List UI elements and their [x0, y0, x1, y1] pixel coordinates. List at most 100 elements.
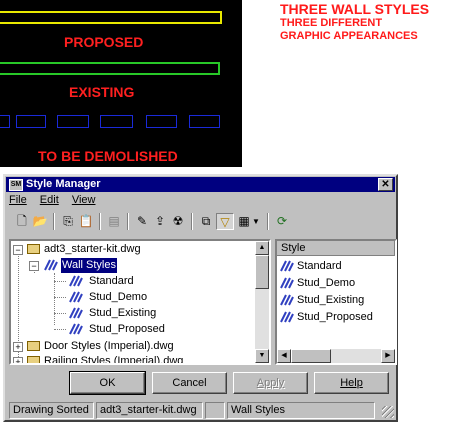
help-button-label: Help — [340, 377, 363, 389]
proposed-wall-graphic — [0, 11, 222, 24]
tree-item-style[interactable]: Stud_Demo — [11, 290, 251, 305]
column-header-style[interactable]: Style — [277, 241, 395, 256]
ok-button[interactable]: OK — [69, 371, 146, 395]
list-item[interactable]: Stud_Existing — [280, 293, 392, 308]
window-title: Style Manager — [26, 178, 101, 190]
list-item[interactable]: Stud_Proposed — [280, 310, 392, 325]
resize-grip-icon[interactable] — [382, 406, 394, 418]
folder-icon — [27, 341, 40, 351]
filter-icon[interactable]: ▽ — [216, 213, 234, 230]
status-empty — [205, 402, 225, 419]
collapse-icon[interactable]: − — [13, 245, 23, 255]
tree-item-label: Wall Styles — [61, 258, 117, 273]
app-icon: SM — [9, 179, 23, 191]
demolished-label: TO BE DEMOLISHED — [38, 148, 178, 164]
style-manager-window: SM Style Manager ✕ File Edit View 🗋 📂 ⎘ … — [3, 174, 398, 422]
demolished-wall-dash — [146, 115, 177, 128]
wall-style-icon — [280, 260, 294, 272]
menu-edit[interactable]: Edit — [40, 194, 59, 206]
list-item[interactable]: Standard — [280, 259, 392, 274]
apply-button[interactable]: Apply — [233, 372, 308, 394]
tree-item-wall-styles[interactable]: − Wall Styles — [11, 258, 251, 273]
apply-button-label: Apply — [256, 377, 285, 389]
help-button[interactable]: Help — [314, 372, 389, 394]
existing-label: EXISTING — [69, 84, 135, 100]
toolbar-separator — [53, 213, 55, 230]
edit-style-icon[interactable]: ✎ — [133, 213, 151, 230]
tree-item-label: Railing Styles (Imperial).dwg — [44, 355, 184, 365]
list-horizontal-scrollbar[interactable]: ◀ ▶ — [277, 349, 395, 363]
menu-edit-label: Edit — [39, 194, 59, 206]
scroll-thumb[interactable] — [291, 349, 331, 363]
purge-icon[interactable]: ☢ — [169, 213, 187, 230]
paste-icon[interactable]: 📋 — [77, 213, 95, 230]
tree-item-label: Standard — [89, 275, 134, 287]
toolbar-separator — [191, 213, 193, 230]
menu-bar: File Edit View — [9, 194, 105, 206]
chevron-down-icon[interactable]: ▼ — [251, 213, 261, 230]
open-icon[interactable]: 📂 — [31, 213, 49, 230]
existing-wall-graphic — [0, 62, 220, 75]
status-category: Wall Styles — [227, 402, 375, 419]
demolished-wall-dash — [57, 115, 89, 128]
refresh-icon[interactable]: ⟳ — [273, 213, 291, 230]
tree-item-drawing[interactable]: − adt3_starter-kit.dwg — [11, 242, 251, 257]
menu-view-label: View — [71, 194, 96, 206]
heading-subtitle-1: THREE DIFFERENT — [280, 17, 383, 29]
heading-subtitle-2: GRAPHIC APPEARANCES — [280, 30, 418, 42]
status-drawing: adt3_starter-kit.dwg — [96, 402, 203, 419]
menu-view[interactable]: View — [72, 194, 96, 206]
tree-item-label: adt3_starter-kit.dwg — [44, 243, 141, 255]
demolished-wall-dash — [100, 115, 133, 128]
scroll-down-icon[interactable]: ▼ — [255, 349, 269, 363]
folder-icon — [27, 356, 40, 363]
list-item-label: Stud_Demo — [297, 277, 356, 289]
wall-style-icon — [280, 277, 294, 289]
new-icon[interactable]: 🗋 — [13, 213, 31, 230]
properties-icon[interactable]: ▤ — [105, 213, 123, 230]
tree-item-label: Stud_Existing — [89, 307, 157, 319]
annotation-heading: THREE WALL STYLES THREE DIFFERENT GRAPHI… — [280, 2, 429, 43]
scroll-left-icon[interactable]: ◀ — [277, 349, 291, 363]
tree-item-style[interactable]: Stud_Existing — [11, 306, 251, 321]
wall-styles-icon — [44, 259, 58, 271]
tree-item-door-styles[interactable]: + Door Styles (Imperial).dwg — [11, 339, 251, 354]
list-item-label: Stud_Proposed — [297, 311, 373, 323]
demolished-wall-dash — [0, 115, 10, 128]
wall-style-icon — [69, 307, 83, 319]
list-item-label: Stud_Existing — [297, 294, 365, 306]
list-item[interactable]: Stud_Demo — [280, 276, 392, 291]
cancel-button[interactable]: Cancel — [152, 372, 227, 394]
compare-icon[interactable]: ⧉ — [197, 213, 215, 230]
tree-item-railing-styles[interactable]: + Railing Styles (Imperial).dwg — [11, 354, 251, 365]
style-tree[interactable]: − adt3_starter-kit.dwg − Wall Styles Sta… — [9, 239, 271, 365]
demolished-wall-dash — [16, 115, 46, 128]
wall-style-icon — [69, 323, 83, 335]
set-from-icon[interactable]: ⇪ — [151, 213, 169, 230]
expand-icon[interactable]: + — [13, 357, 23, 363]
scroll-right-icon[interactable]: ▶ — [381, 349, 395, 363]
wall-style-icon — [280, 311, 294, 323]
proposed-label: PROPOSED — [64, 34, 144, 50]
tree-item-label: Stud_Demo — [89, 291, 148, 303]
toolbar-separator — [127, 213, 129, 230]
expand-icon[interactable]: + — [13, 342, 23, 352]
tree-item-style[interactable]: Standard — [11, 274, 251, 289]
tree-vertical-scrollbar[interactable]: ▲ ▼ — [255, 241, 269, 363]
wall-style-icon — [69, 291, 83, 303]
close-button[interactable]: ✕ — [378, 178, 393, 191]
status-sort: Drawing Sorted — [9, 402, 94, 419]
title-bar[interactable]: SM Style Manager ✕ — [6, 177, 395, 192]
tree-item-label: Stud_Proposed — [89, 323, 165, 335]
toolbar-separator — [99, 213, 101, 230]
scroll-thumb[interactable] — [255, 255, 269, 289]
tree-item-style[interactable]: Stud_Proposed — [11, 322, 251, 337]
collapse-icon[interactable]: − — [29, 261, 39, 271]
menu-file[interactable]: File — [9, 194, 27, 206]
wall-style-icon — [280, 294, 294, 306]
copy-icon[interactable]: ⎘ — [59, 213, 77, 230]
scroll-up-icon[interactable]: ▲ — [255, 241, 269, 255]
style-list[interactable]: Style Standard Stud_Demo Stud_Existing S… — [275, 239, 397, 365]
cad-preview: PROPOSED EXISTING TO BE DEMOLISHED — [0, 0, 242, 167]
demolished-wall-dash — [189, 115, 220, 128]
